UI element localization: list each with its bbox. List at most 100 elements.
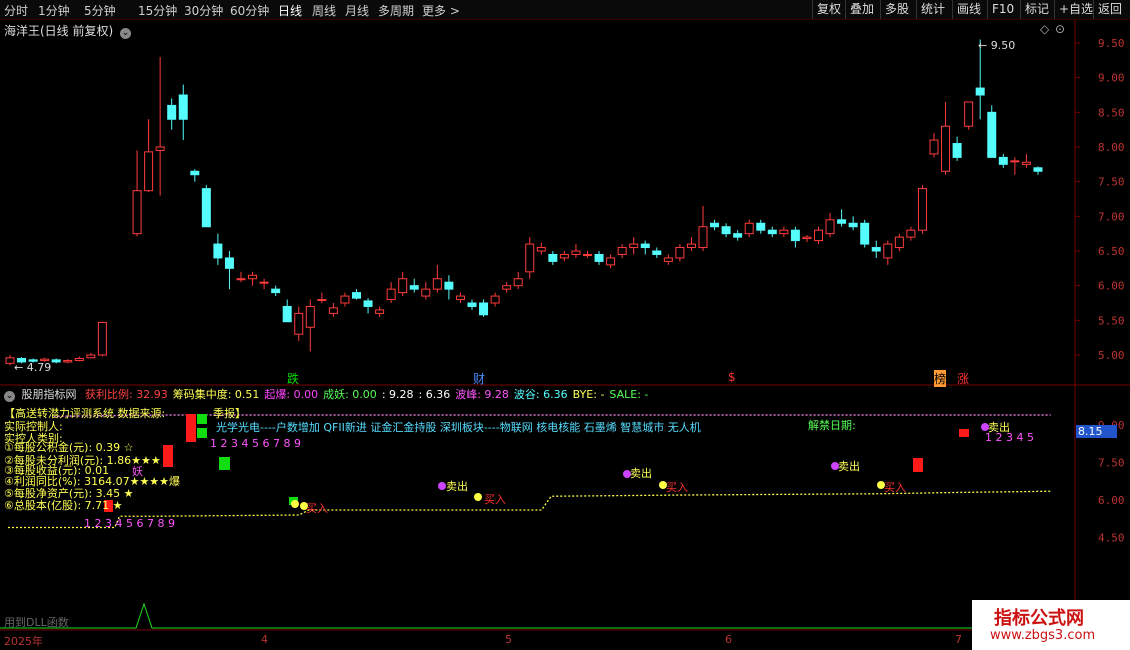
candle-body bbox=[571, 250, 581, 255]
candle-body bbox=[513, 278, 523, 287]
candle-body bbox=[386, 288, 396, 301]
indicator-item-5: : 6.36 bbox=[418, 388, 451, 401]
period-tab-daily[interactable]: 日线 bbox=[278, 2, 302, 19]
indicator-y-tick-label: 4.50 bbox=[1098, 532, 1125, 545]
buy-label-3: 买入 bbox=[666, 481, 688, 494]
candle-body bbox=[964, 101, 974, 127]
main-y-tick-label: 7.50 bbox=[1098, 176, 1125, 189]
candle-body bbox=[906, 229, 916, 238]
candle-body bbox=[525, 243, 535, 273]
candle-body bbox=[802, 236, 812, 240]
candle-body bbox=[825, 219, 835, 235]
month-label-5: 5 bbox=[505, 633, 512, 646]
period-tab-15min[interactable]: 15分钟 bbox=[138, 2, 177, 19]
indicator-item-8: BYE: - bbox=[572, 388, 605, 401]
indicator-item-4: : 9.28 bbox=[381, 388, 414, 401]
period-tab-30min[interactable]: 30分钟 bbox=[184, 2, 223, 19]
chart-settings-icon[interactable]: ◇ bbox=[1040, 22, 1049, 36]
concept-text: 光学光电----户数增加 QFII新进 证金汇金持股 深圳板块----物联网 核… bbox=[216, 421, 701, 434]
stats-button[interactable]: 统计 bbox=[916, 0, 945, 19]
main-y-tick-label: 6.50 bbox=[1098, 245, 1125, 258]
indicator-item-9: SALE: - bbox=[609, 388, 649, 401]
panel-line-total-shares: ⑥总股本(亿股): 7.71 ★ bbox=[4, 499, 123, 512]
candle-body bbox=[1010, 160, 1020, 163]
main-y-tick-label: 8.00 bbox=[1098, 141, 1125, 154]
candle-body bbox=[155, 146, 165, 151]
period-toolbar: 分时 1分钟 5分钟 15分钟 30分钟 60分钟 日线 周线 月线 多周期 更… bbox=[0, 0, 1130, 20]
mark-button[interactable]: 标记 bbox=[1020, 0, 1049, 19]
month-label-7: 7 bbox=[955, 633, 962, 646]
candle-body bbox=[282, 305, 292, 323]
candle-body bbox=[409, 285, 419, 290]
candle-body bbox=[213, 243, 223, 259]
indicator-red-bar-2 bbox=[163, 445, 173, 467]
multi-stock-button[interactable]: 多股 bbox=[880, 0, 909, 19]
period-tab-timeshare[interactable]: 分时 bbox=[4, 2, 28, 19]
sub-indicator-label: 用到DLL函数 bbox=[4, 616, 69, 629]
overlay-button[interactable]: 叠加 bbox=[845, 0, 874, 19]
main-y-tick-label: 9.50 bbox=[1098, 37, 1125, 50]
candle-body bbox=[675, 247, 685, 259]
period-tab-weekly[interactable]: 周线 bbox=[312, 2, 336, 19]
candle-body bbox=[224, 257, 234, 269]
jiejin-label: 解禁日期: bbox=[808, 419, 856, 432]
candle-body bbox=[259, 281, 269, 284]
candle-body bbox=[894, 236, 904, 249]
candle-body bbox=[502, 285, 512, 290]
candle-body bbox=[167, 104, 177, 120]
candle-body bbox=[871, 247, 881, 252]
candle-body bbox=[663, 257, 673, 262]
chart-title: 海洋王(日线 前复权) ⌄ bbox=[4, 22, 132, 39]
candle-body bbox=[248, 274, 258, 280]
main-y-tick-label: 5.50 bbox=[1098, 314, 1125, 327]
period-tab-more[interactable]: 更多 > bbox=[422, 2, 460, 19]
candle-body bbox=[97, 321, 107, 356]
stock-title: 海洋王(日线 前复权) bbox=[4, 24, 114, 38]
candle-body bbox=[790, 229, 800, 242]
indicator-green-block-1 bbox=[197, 414, 207, 424]
candle-body bbox=[548, 253, 558, 262]
candle-body bbox=[883, 243, 893, 259]
candle-body bbox=[467, 302, 477, 307]
back-button[interactable]: 返回 bbox=[1093, 0, 1122, 19]
candle-body bbox=[352, 292, 361, 299]
period-tab-5min[interactable]: 5分钟 bbox=[84, 2, 116, 19]
add-watchlist-button[interactable]: +自选 bbox=[1054, 0, 1093, 19]
candle-body bbox=[594, 253, 604, 262]
candle-body bbox=[860, 222, 870, 245]
candle-body bbox=[640, 243, 650, 249]
chart-zoom-icon[interactable]: ⊙ bbox=[1055, 22, 1065, 36]
period-tab-60min[interactable]: 60分钟 bbox=[230, 2, 269, 19]
period-tab-monthly[interactable]: 月线 bbox=[345, 2, 369, 19]
candle-body bbox=[733, 233, 743, 238]
period-tab-1min[interactable]: 1分钟 bbox=[38, 2, 70, 19]
candle-body bbox=[444, 281, 454, 290]
candle-body bbox=[86, 354, 96, 359]
buy-label-4: 买入 bbox=[884, 481, 906, 494]
indicator-pink-line bbox=[53, 414, 1051, 417]
candle-body bbox=[328, 307, 338, 314]
indicator-green-block-3 bbox=[219, 457, 230, 470]
period-tab-multi[interactable]: 多周期 bbox=[378, 2, 414, 19]
year-label: 2025年 bbox=[4, 635, 43, 648]
indicator-menu-icon[interactable]: ⌄ bbox=[4, 391, 15, 402]
candle-body bbox=[236, 278, 246, 281]
candle-body bbox=[941, 125, 951, 172]
sell-label-1: 卖出 bbox=[446, 480, 468, 493]
candle-body bbox=[756, 222, 766, 231]
f10-button[interactable]: F10 bbox=[987, 0, 1014, 19]
candle-body bbox=[583, 253, 592, 256]
indicator-item-0: 获利比例: 32.93 bbox=[85, 388, 168, 401]
candle-body bbox=[629, 243, 639, 249]
draw-line-button[interactable]: 画线 bbox=[952, 0, 981, 19]
indicator-green-block-2 bbox=[197, 428, 207, 438]
main-y-tick-label: 7.00 bbox=[1098, 210, 1125, 223]
indicator-y-tick-label: 7.50 bbox=[1098, 457, 1125, 470]
chart-menu-icon[interactable]: ⌄ bbox=[120, 28, 132, 39]
candle-body bbox=[1033, 167, 1043, 172]
yao-label: 妖 bbox=[132, 465, 143, 478]
candle-body bbox=[837, 219, 847, 224]
fuquan-button[interactable]: 复权 bbox=[812, 0, 841, 19]
marker-dollar: $ bbox=[728, 370, 736, 384]
indicator-red-bar-5 bbox=[959, 429, 969, 437]
